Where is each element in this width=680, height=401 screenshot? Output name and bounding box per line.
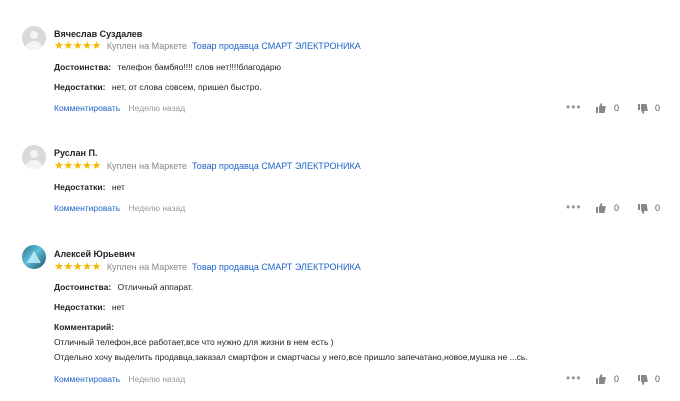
cons-label: Недостатки:	[54, 302, 106, 312]
thumb-down-icon[interactable]	[638, 204, 648, 214]
pros-label: Достоинства:	[54, 282, 112, 292]
rating-stars: ★★★★★	[54, 40, 101, 52]
pros-line: Достоинства: телефон бамбяо!!!! слов нет…	[54, 62, 281, 72]
comment-link[interactable]: Комментировать	[54, 203, 120, 213]
thumb-up-icon[interactable]	[596, 103, 606, 113]
cons-text: нет, от слова совсем, пришел быстро.	[111, 82, 262, 92]
comment-link[interactable]: Комментировать	[54, 103, 120, 113]
cons-line: Недостатки: нет	[54, 182, 125, 192]
rating-stars: ★★★★★	[54, 160, 101, 172]
review-meta: ★★★★★ Куплен на Маркете Товар продавца С…	[54, 160, 361, 172]
cons-label: Недостатки:	[54, 82, 106, 92]
pros-text: Отличный аппарат.	[117, 282, 194, 292]
seller-link[interactable]: Товар продавца СМАРТ ЭЛЕКТРОНИКА	[192, 41, 361, 51]
like-count: 0	[614, 374, 620, 384]
thumb-up-icon[interactable]	[596, 374, 606, 384]
thumb-down-icon[interactable]	[638, 375, 648, 385]
seller-link[interactable]: Товар продавца СМАРТ ЭЛЕКТРОНИКА	[192, 161, 361, 171]
author-name[interactable]: Руслан П.	[54, 148, 97, 158]
avatar[interactable]	[22, 26, 46, 50]
comment-link[interactable]: Комментировать	[54, 374, 120, 384]
author-name[interactable]: Вячеслав Суздалев	[54, 29, 142, 39]
review-meta: ★★★★★ Куплен на Маркете Товар продавца С…	[54, 261, 361, 273]
dislike-count: 0	[655, 103, 661, 113]
purchase-status: Куплен на Маркете	[106, 41, 188, 51]
like-count: 0	[614, 203, 620, 213]
comment-text-line: Отдельно хочу выделить продавца,заказал …	[54, 352, 528, 362]
purchase-status: Куплен на Маркете	[106, 262, 188, 272]
more-dots-icon[interactable]: •••	[566, 201, 582, 213]
avatar[interactable]	[22, 245, 46, 269]
review-date: Неделю назад	[128, 374, 186, 384]
avatar[interactable]	[22, 145, 46, 169]
purchase-status: Куплен на Маркете	[106, 161, 188, 171]
more-dots-icon[interactable]: •••	[566, 372, 582, 384]
author-name[interactable]: Алексей Юрьевич	[54, 249, 135, 259]
comment-text-line: Отличный телефон,все работает,все что ну…	[54, 337, 334, 347]
review-date: Неделю назад	[128, 203, 186, 213]
comment-label: Комментарий:	[54, 322, 115, 332]
thumb-up-icon[interactable]	[596, 203, 606, 213]
dislike-count: 0	[655, 203, 661, 213]
like-count: 0	[614, 103, 620, 113]
cons-line: Недостатки: нет, от слова совсем, пришел…	[54, 82, 262, 92]
cons-label: Недостатки:	[54, 182, 106, 192]
rating-stars: ★★★★★	[54, 261, 101, 273]
review-footer: Комментировать Неделю назад	[54, 374, 185, 384]
review-date: Неделю назад	[128, 103, 186, 113]
cons-text: нет	[111, 302, 125, 312]
dislike-count: 0	[655, 374, 661, 384]
pros-label: Достоинства:	[54, 62, 112, 72]
review-footer: Комментировать Неделю назад	[54, 203, 185, 213]
pros-line: Достоинства: Отличный аппарат.	[54, 282, 193, 292]
more-dots-icon[interactable]: •••	[566, 101, 582, 113]
review-footer: Комментировать Неделю назад	[54, 103, 185, 113]
cons-line: Недостатки: нет	[54, 302, 125, 312]
cons-text: нет	[111, 182, 125, 192]
seller-link[interactable]: Товар продавца СМАРТ ЭЛЕКТРОНИКА	[192, 262, 361, 272]
pros-text: телефон бамбяо!!!! слов нет!!!!благодарю	[117, 62, 281, 72]
thumb-down-icon[interactable]	[638, 104, 648, 114]
review-meta: ★★★★★ Куплен на Маркете Товар продавца С…	[54, 40, 361, 52]
comment-heading: Комментарий:	[54, 322, 118, 332]
